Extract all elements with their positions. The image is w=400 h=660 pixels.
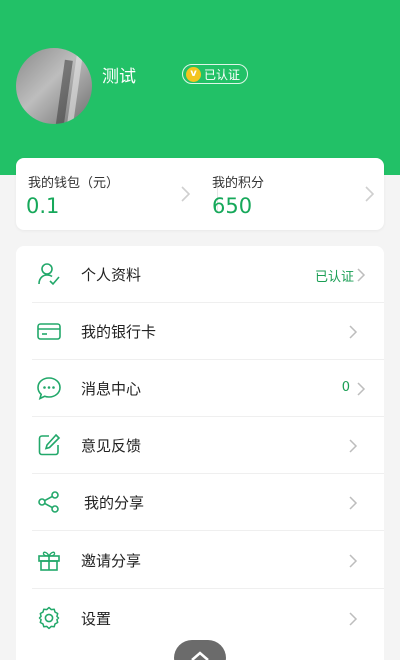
- wallet-label: 我的钱包（元）: [28, 176, 120, 191]
- menu-item-label: 设置: [81, 610, 112, 628]
- home-indicator[interactable]: [174, 640, 226, 660]
- chevron-right-icon: [349, 496, 358, 510]
- wallet-value: 0.1: [26, 194, 60, 218]
- message-icon: [37, 377, 61, 400]
- menu-item-label: 个人资料: [81, 266, 142, 284]
- chevron-right-icon: [357, 382, 366, 396]
- menu-item-label: 消息中心: [81, 380, 142, 398]
- verified-badge-label: 已认证: [204, 67, 241, 82]
- row-divider: [32, 588, 384, 589]
- menu-item-messages[interactable]: 消息中心 0: [16, 360, 384, 417]
- profile-header: 测试 v 已认证: [0, 0, 400, 175]
- menu-item-label: 邀请分享: [81, 552, 142, 570]
- verified-v-icon: v: [186, 66, 201, 82]
- avatar[interactable]: [16, 48, 92, 124]
- bank-card-icon: [37, 323, 61, 340]
- menu-item-my-share[interactable]: 我的分享: [16, 474, 384, 531]
- menu-item-bank-card[interactable]: 我的银行卡: [16, 303, 384, 360]
- wallet-section[interactable]: 我的钱包（元） 0.1: [16, 158, 200, 230]
- gear-icon: [38, 606, 60, 630]
- chevron-right-icon: [181, 186, 191, 202]
- menu-item-label: 意见反馈: [81, 437, 142, 455]
- wallet-card: 我的钱包（元） 0.1 我的积分 650: [16, 158, 384, 230]
- verified-status: 已认证: [314, 270, 354, 285]
- chevron-right-icon: [349, 612, 358, 626]
- menu-item-label: 我的分享: [84, 494, 145, 512]
- edit-feedback-icon: [38, 433, 61, 456]
- chevron-right-icon: [349, 325, 358, 339]
- points-label: 我的积分: [212, 176, 265, 191]
- verified-badge: v 已认证: [182, 64, 249, 84]
- unread-count: 0: [341, 380, 350, 395]
- menu-item-feedback[interactable]: 意见反馈: [16, 417, 384, 474]
- menu-item-profile[interactable]: 个人资料 已认证: [16, 246, 384, 303]
- chevron-up-icon: [191, 651, 209, 660]
- points-value: 650: [212, 194, 253, 218]
- gift-icon: [38, 551, 60, 571]
- row-divider: [32, 530, 384, 531]
- chevron-right-icon: [349, 554, 358, 568]
- chevron-right-icon: [349, 439, 358, 453]
- menu-item-invite-share[interactable]: 邀请分享: [16, 532, 384, 589]
- chevron-right-icon: [365, 186, 375, 202]
- chevron-right-icon: [357, 268, 366, 282]
- username: 测试: [102, 67, 136, 87]
- menu-item-settings[interactable]: 设置: [16, 590, 384, 647]
- user-check-icon: [38, 263, 60, 286]
- share-icon: [38, 491, 59, 513]
- menu-item-label: 我的银行卡: [81, 323, 157, 341]
- points-section[interactable]: 我的积分 650: [200, 158, 384, 230]
- menu-list: 个人资料 已认证 我的银行卡 消息中心 0 意见反馈 我的分享 邀请分享 设置: [16, 246, 384, 660]
